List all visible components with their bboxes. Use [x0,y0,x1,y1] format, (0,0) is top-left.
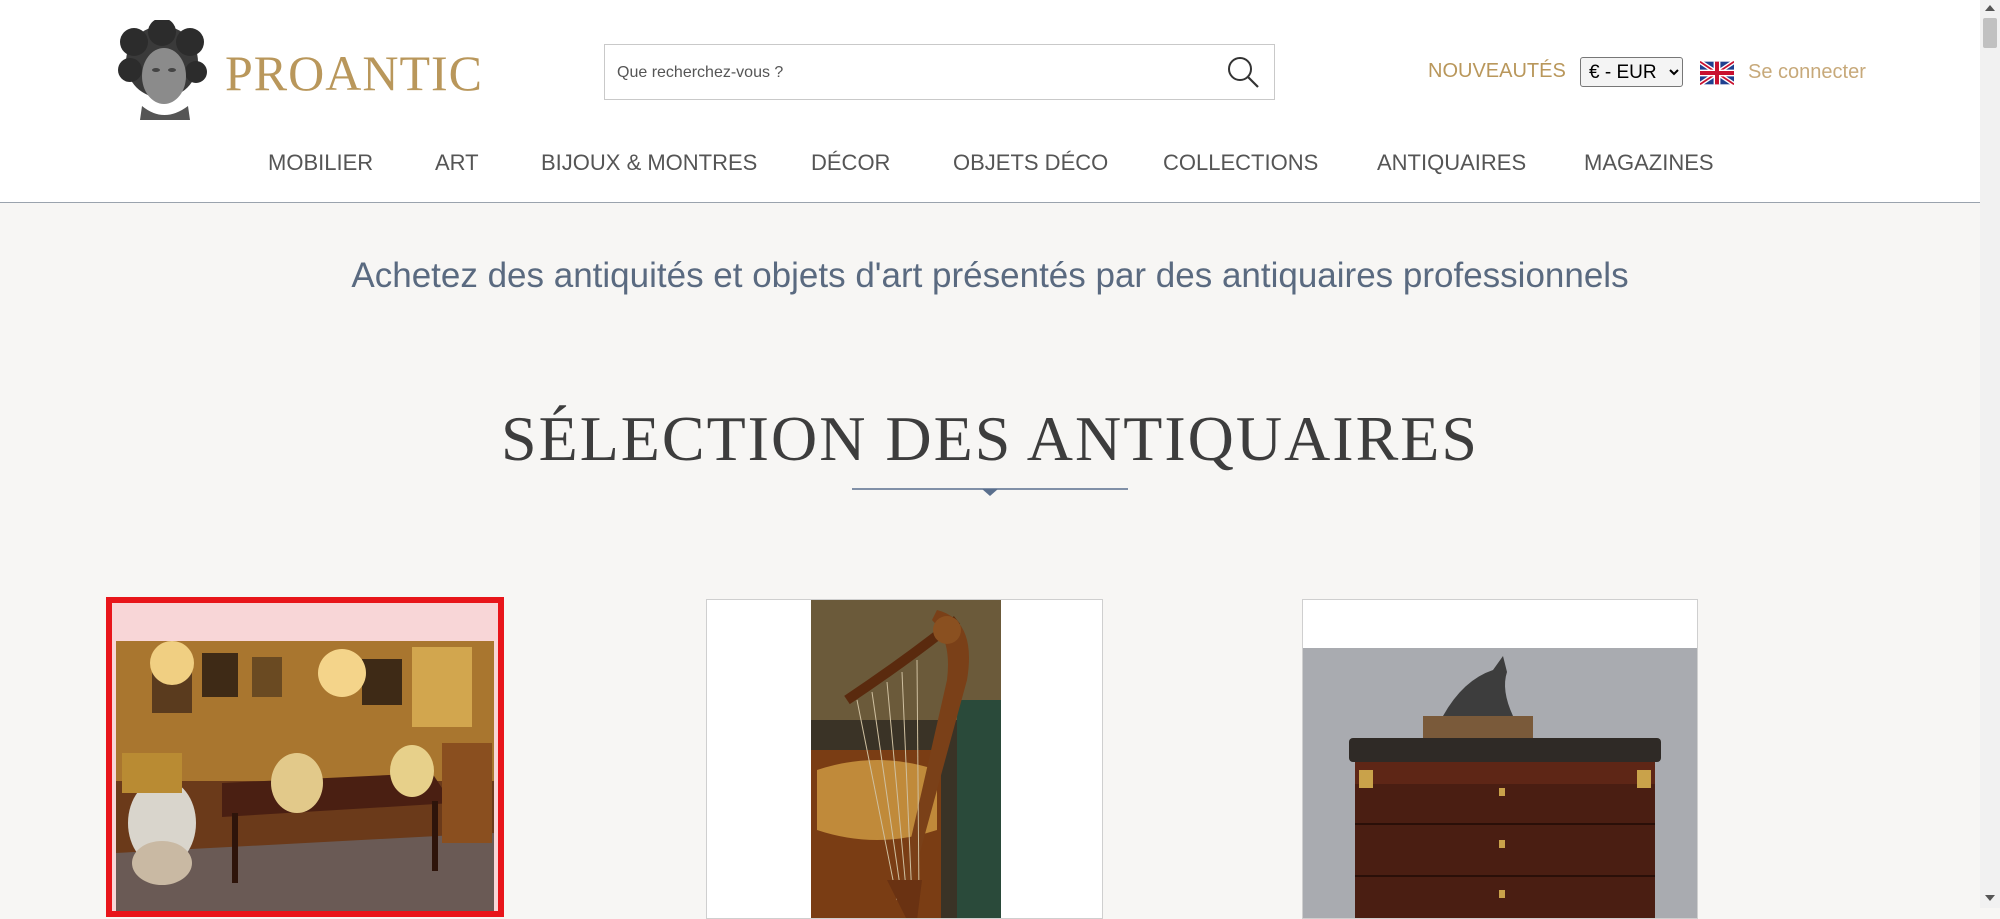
nav-item-mobilier[interactable]: MOBILIER [268,150,373,176]
site-header: PROANTIC NOUVEAUTÉS € - EUR Se connecter… [0,0,1980,203]
scrollbar[interactable] [1980,0,2000,908]
search-icon[interactable] [1226,55,1260,89]
brand-name[interactable]: PROANTIC [225,44,483,102]
nav-item-art[interactable]: ART [435,150,479,176]
tagline: Achetez des antiquités et objets d'art p… [351,256,1629,295]
uk-flag-icon[interactable] [1700,61,1734,85]
scroll-thumb[interactable] [1983,18,1997,48]
nav-item-collections[interactable]: COLLECTIONS [1163,150,1318,176]
product-image[interactable] [112,603,498,917]
nav-item-decor[interactable]: DÉCOR [811,150,890,176]
new-arrivals-link[interactable]: NOUVEAUTÉS [1428,60,1566,83]
login-link[interactable]: Se connecter [1748,61,1866,84]
product-card[interactable] [1302,599,1698,919]
scroll-down-arrow[interactable] [1985,895,1995,901]
product-card[interactable] [706,599,1103,919]
scroll-up-arrow[interactable] [1985,5,1995,11]
title-divider [852,488,1128,496]
nav-item-objets-deco[interactable]: OBJETS DÉCO [953,150,1108,176]
nav-item-bijoux-montres[interactable]: BIJOUX & MONTRES [541,150,757,176]
product-image[interactable] [707,600,1102,919]
nav-item-antiquaires[interactable]: ANTIQUAIRES [1377,150,1526,176]
section-title: SÉLECTION DES ANTIQUAIRES [501,403,1479,474]
search-input[interactable] [615,45,1219,101]
main-nav: MOBILIER ART BIJOUX & MONTRES DÉCOR OBJE… [0,150,1980,180]
product-card[interactable] [106,597,504,917]
currency-select[interactable]: € - EUR [1580,57,1683,87]
nav-item-magazines[interactable]: MAGAZINES [1584,150,1714,176]
logo-bust-icon[interactable] [112,20,212,124]
search-box [604,44,1275,101]
product-image[interactable] [1303,600,1697,919]
